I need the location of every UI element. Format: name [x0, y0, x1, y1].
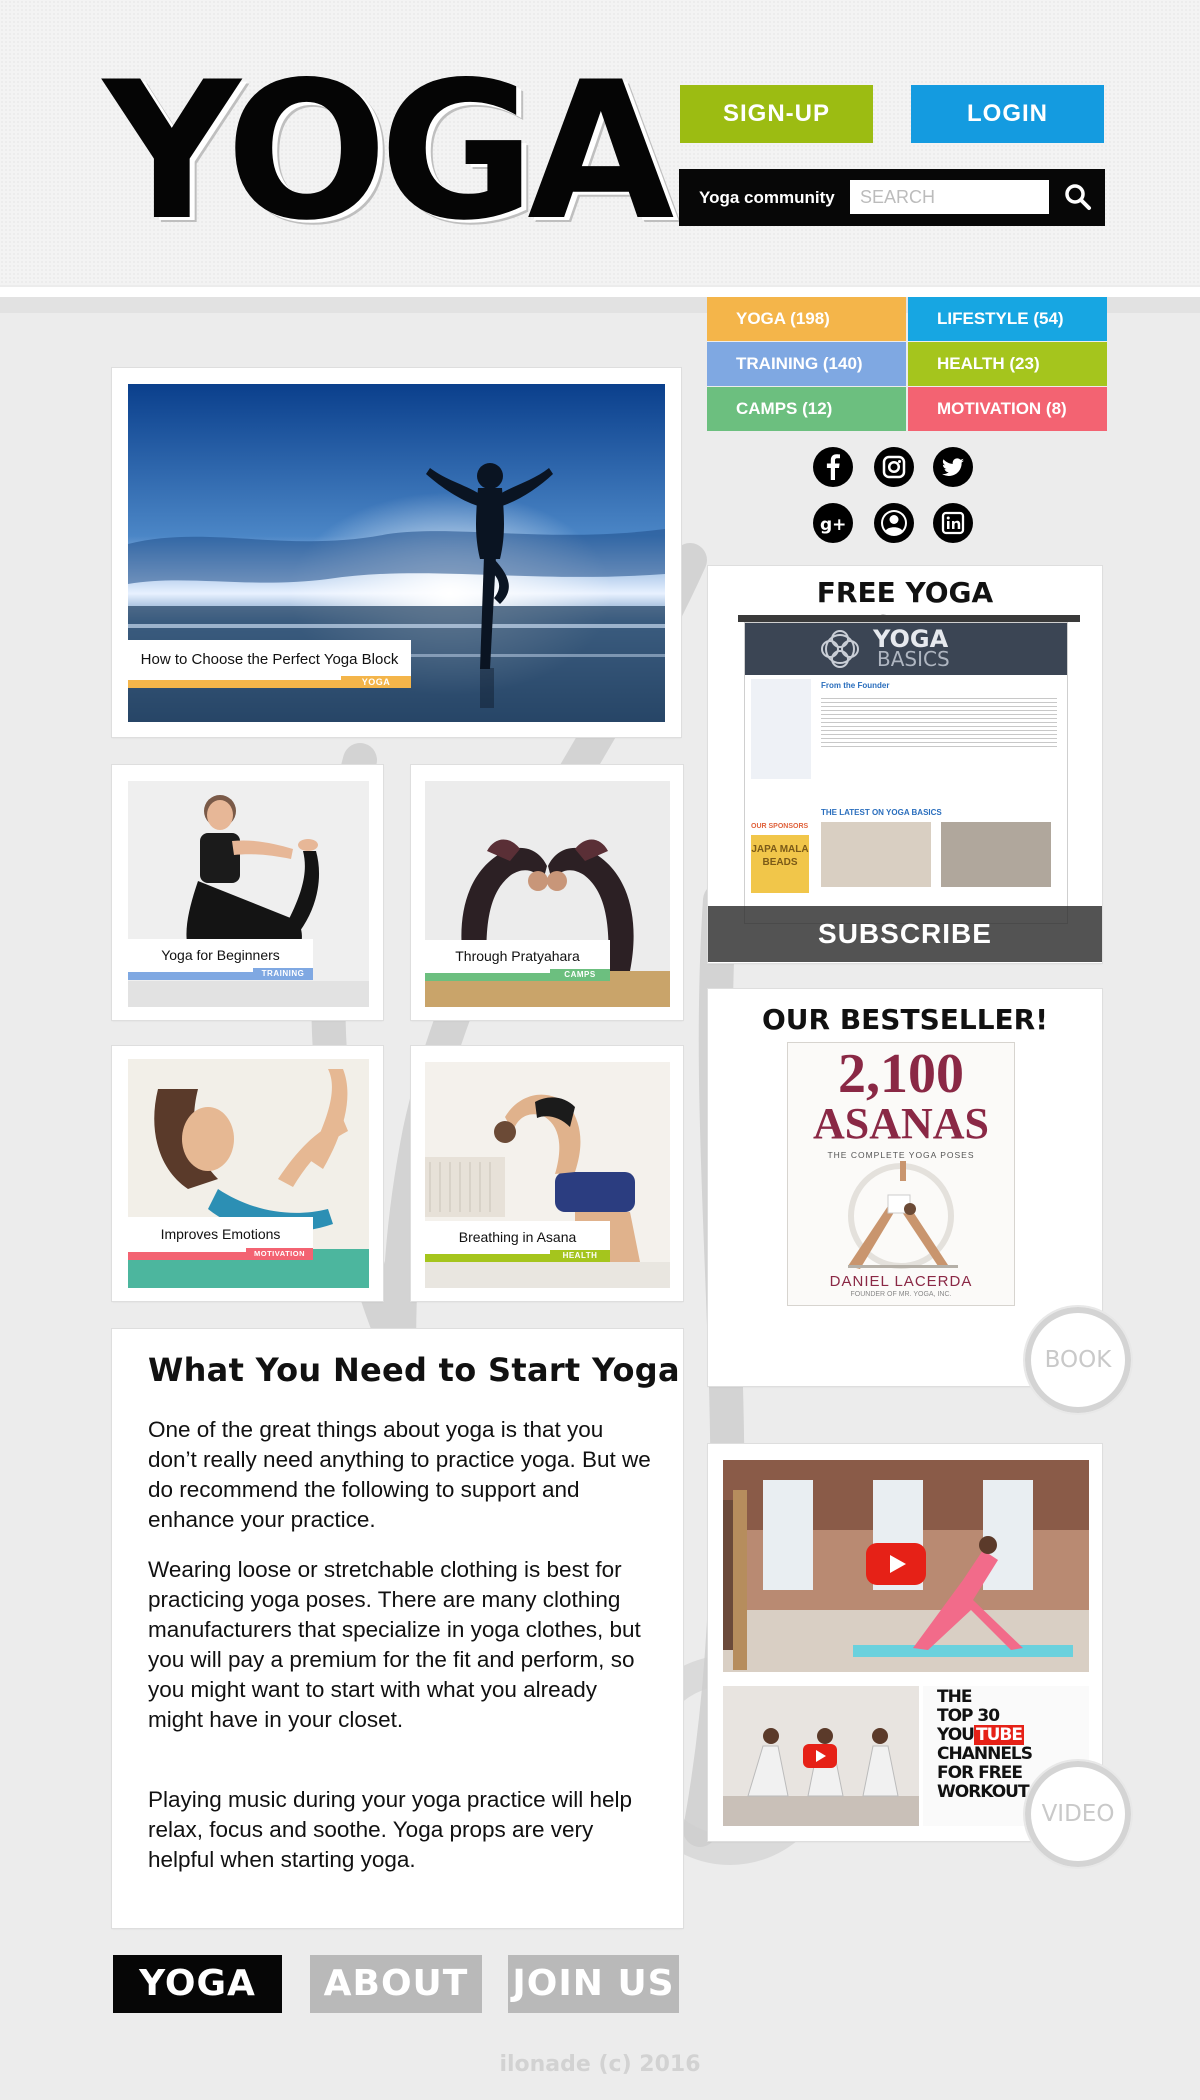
play-icon[interactable]: [866, 1543, 926, 1585]
book-subtitle: THE COMPLETE YOGA POSES: [827, 1150, 975, 1160]
yt-tube: TUBE: [973, 1725, 1024, 1745]
nav-yoga[interactable]: YOGA: [113, 1955, 282, 2013]
newsletter-heading: From the Founder: [821, 681, 890, 690]
nav-about[interactable]: ABOUT: [310, 1955, 482, 2013]
post-card-breathing[interactable]: Breathing in Asana HEALTH: [411, 1046, 683, 1301]
search-icon: [1065, 184, 1091, 210]
login-button[interactable]: LOGIN: [911, 85, 1104, 143]
book-title: ASANAS: [812, 1099, 990, 1148]
play-triangle: [890, 1555, 906, 1573]
search-label: Yoga community: [699, 188, 835, 207]
featured-post-tag[interactable]: YOGA: [341, 676, 411, 688]
book-author: DANIEL LACERDA: [829, 1273, 973, 1290]
yt-line-4: CHANNELS: [937, 1744, 1033, 1764]
post-tag-training[interactable]: TRAINING: [253, 968, 313, 980]
yt-line-2: TOP 30: [937, 1706, 1000, 1726]
footer-copyright: ilonade (c) 2016: [499, 2052, 701, 2077]
profile-glyph: [881, 510, 907, 536]
search-button[interactable]: [1062, 181, 1094, 213]
post-photo-emotions[interactable]: Improves Emotions MOTIVATION: [128, 1059, 369, 1288]
yt-line-6: WORKOUT: [937, 1782, 1030, 1802]
newsletter-latest-image-1: [821, 822, 931, 887]
newsletter-side-image: [751, 679, 811, 779]
article-paragraph-1: One of the great things about yoga is th…: [148, 1417, 651, 1532]
featured-post-card[interactable]: How to Choose the Perfect Yoga Block YOG…: [112, 368, 681, 737]
category-camps[interactable]: CAMPS (12): [707, 387, 906, 431]
linkedin-icon[interactable]: [933, 503, 973, 543]
post-tag-camps[interactable]: CAMPS: [550, 969, 610, 981]
subscribe-button[interactable]: SUBSCRIBE: [708, 906, 1102, 962]
newsletter-preview-bar: [738, 615, 1080, 622]
article-paragraph-3: Playing music during your yoga practice …: [148, 1787, 632, 1872]
google-plus-glyph: g+: [820, 515, 846, 535]
book-number: 2,100: [838, 1043, 964, 1105]
facebook-icon[interactable]: [813, 447, 853, 487]
featured-post-photo[interactable]: How to Choose the Perfect Yoga Block YOG…: [128, 384, 665, 722]
post-photo-breathing[interactable]: Breathing in Asana HEALTH: [425, 1062, 670, 1288]
facebook-glyph: [826, 454, 840, 480]
category-training[interactable]: TRAINING (140): [707, 342, 906, 386]
article-title: What You Need to Start Yoga: [148, 1351, 680, 1389]
instagram-glyph: [882, 455, 906, 479]
nav-join-us[interactable]: JOIN US: [508, 1955, 679, 2013]
newsletter-preview-header: YOGA BASICS: [745, 623, 1067, 675]
newsletter-preview[interactable]: YOGA BASICS From the Founder THE LATEST …: [744, 622, 1068, 924]
newsletter-card: FREE YOGA NEWSLETTER YOGA BASICS From th…: [708, 566, 1102, 963]
book-cover[interactable]: 2,100 ASANAS THE COMPLETE YOGA POSES DAN…: [787, 1042, 1015, 1306]
book-author-note: FOUNDER OF MR. YOGA, INC.: [850, 1291, 952, 1298]
book-button[interactable]: BOOK: [1025, 1307, 1131, 1413]
category-health[interactable]: HEALTH (23): [908, 342, 1107, 386]
newsletter-latest-image-2: [941, 822, 1051, 887]
lotus-icon: [821, 630, 859, 668]
article-paragraph-2: Wearing loose or stretchable clothing is…: [148, 1557, 641, 1732]
site-logo[interactable]: YOGA: [103, 52, 674, 252]
video-thumbnail-2[interactable]: [723, 1686, 919, 1826]
post-photo-beginners[interactable]: Yoga for Beginners TRAINING: [128, 781, 369, 1007]
twitter-icon[interactable]: [933, 447, 973, 487]
post-card-beginners[interactable]: Yoga for Beginners TRAINING: [112, 765, 383, 1020]
svg-text:g+: g+: [820, 515, 846, 535]
play-triangle-small: [816, 1750, 826, 1762]
newsletter-body-text: [821, 695, 1057, 749]
video-thumbnail-1[interactable]: [723, 1460, 1089, 1672]
bestseller-title: OUR BESTSELLER!: [761, 1003, 1048, 1036]
category-motivation[interactable]: MOTIVATION (8): [908, 387, 1107, 431]
profile-icon[interactable]: [874, 503, 914, 543]
article-card: What You Need to Start Yoga One of the g…: [112, 1329, 683, 1928]
signup-button[interactable]: SIGN-UP: [680, 85, 873, 143]
yt-line-5: FOR FREE: [937, 1763, 1023, 1783]
newsletter-sponsor-ad: JAPA MALA BEADS: [751, 835, 809, 893]
category-grid: YOGA (198) LIFESTYLE (54) TRAINING (140)…: [707, 297, 1107, 431]
post-photo-pratyahara[interactable]: Through Pratyahara CAMPS: [425, 781, 670, 1007]
video-button[interactable]: VIDEO: [1025, 1761, 1131, 1867]
post-tag-health[interactable]: HEALTH: [550, 1250, 610, 1262]
post-tag-motivation[interactable]: MOTIVATION: [246, 1248, 313, 1260]
featured-post-caption[interactable]: How to Choose the Perfect Yoga Block: [128, 640, 411, 680]
post-card-emotions[interactable]: Improves Emotions MOTIVATION: [112, 1046, 383, 1301]
instagram-icon[interactable]: [874, 447, 914, 487]
twitter-glyph: [942, 458, 964, 476]
search-input[interactable]: [850, 180, 1049, 214]
yt-you: YOU: [937, 1725, 975, 1745]
google-plus-icon[interactable]: g+: [813, 503, 853, 543]
category-yoga[interactable]: YOGA (198): [707, 297, 906, 341]
linkedin-glyph: [941, 511, 965, 535]
play-icon-small[interactable]: [803, 1744, 837, 1768]
post-card-pratyahara[interactable]: Through Pratyahara CAMPS: [411, 765, 683, 1020]
yt-line-3: YOU TUBE: [937, 1725, 1032, 1745]
newsletter-brand-sub: BASICS: [877, 647, 950, 671]
newsletter-sponsors-heading: OUR SPONSORS: [751, 823, 809, 830]
newsletter-latest-heading: THE LATEST ON YOGA BASICS: [821, 808, 942, 817]
category-lifestyle[interactable]: LIFESTYLE (54): [908, 297, 1107, 341]
youtube-channels-text: THE TOP 30 YOU TUBE CHANNELS FOR FREE WOR…: [937, 1687, 1033, 1802]
search-bar: Yoga community: [679, 169, 1105, 226]
post-caption-emotions[interactable]: Improves Emotions: [128, 1217, 313, 1252]
yt-line-1: THE: [937, 1687, 972, 1707]
triangle-pose-illustration: [848, 1161, 958, 1269]
